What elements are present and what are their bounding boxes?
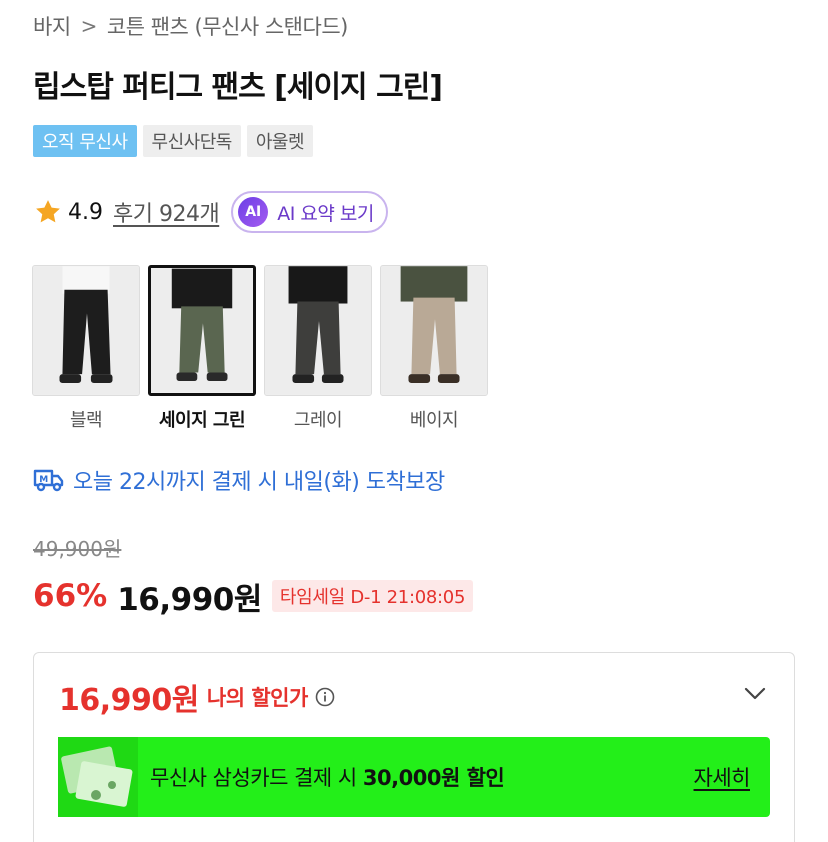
card-promo-text-prefix: 무신사 삼성카드 결제 시 xyxy=(150,766,363,790)
tag-only-musinsa: 오직 무신사 xyxy=(33,125,137,157)
color-thumbnail xyxy=(32,265,140,396)
color-name: 베이지 xyxy=(409,410,459,431)
delivery-text: 오늘 22시까지 결제 시 내일(화) 도착보장 xyxy=(73,470,445,495)
ai-summary-label: AI 요약 보기 xyxy=(277,202,374,225)
card-promo-detail-link[interactable]: 자세히 xyxy=(694,737,751,817)
card-promo-amount: 30,000원 할인 xyxy=(362,766,505,790)
product-thumbnail-image xyxy=(33,266,139,395)
breadcrumb-separator: > xyxy=(80,14,98,38)
color-name: 블랙 xyxy=(69,410,103,431)
color-option-sage-green[interactable]: 세이지 그린 xyxy=(148,265,256,432)
tag-exclusive: 무신사단독 xyxy=(142,125,241,157)
breadcrumb-subcategory[interactable]: 코튼 팬츠 (무신사 스탠다드) xyxy=(107,11,348,41)
delivery-guarantee: M 오늘 22시까지 결제 시 내일(화) 도착보장 xyxy=(33,462,445,498)
my-price-label: 나의 할인가 xyxy=(206,686,308,710)
tag-list: 오직 무신사 무신사단독 아울렛 xyxy=(33,125,314,157)
info-icon[interactable] xyxy=(315,687,335,707)
my-price: 16,990원 xyxy=(59,683,199,718)
tag-outlet: 아울렛 xyxy=(246,125,314,157)
breadcrumb-category[interactable]: 바지 xyxy=(33,11,71,41)
star-icon xyxy=(36,200,60,223)
chevron-down-icon[interactable] xyxy=(744,687,766,701)
color-option-gray[interactable]: 그레이 xyxy=(264,265,372,432)
review-count-link[interactable]: 후기 924개 xyxy=(113,196,220,228)
card-promo-banner[interactable]: 무신사 삼성카드 결제 시 30,000원 할인 자세히 xyxy=(58,737,770,817)
my-price-card: 16,990원 나의 할인가 무신사 삼성카드 결제 시 30,000원 할인 … xyxy=(33,652,795,842)
product-thumbnail-image xyxy=(265,266,371,395)
color-name: 세이지 그린 xyxy=(158,410,246,431)
rating-row: 4.9 후기 924개 AI AI 요약 보기 xyxy=(33,190,388,234)
color-thumbnail xyxy=(380,265,488,396)
product-thumbnail-image xyxy=(381,266,487,395)
truck-icon: M xyxy=(33,469,64,492)
original-price: 49,900원 xyxy=(33,537,122,561)
card-promo-text: 무신사 삼성카드 결제 시 30,000원 할인 xyxy=(150,762,505,792)
price-row: 66% 16,990원 타임세일 D-1 21:08:05 xyxy=(33,575,474,618)
credit-card-icon xyxy=(58,737,138,817)
ai-summary-button[interactable]: AI AI 요약 보기 xyxy=(231,191,388,233)
color-thumbnail xyxy=(264,265,372,396)
discount-rate: 66% xyxy=(33,578,108,614)
breadcrumb: 바지 > 코튼 팬츠 (무신사 스탠다드) xyxy=(33,10,348,42)
my-price-row[interactable]: 16,990원 나의 할인가 xyxy=(59,677,335,718)
color-thumbnail xyxy=(148,265,256,396)
color-name: 그레이 xyxy=(293,410,343,431)
product-title: 립스탑 퍼티그 팬츠 [세이지 그린] xyxy=(33,70,443,105)
timesale-badge: 타임세일 D-1 21:08:05 xyxy=(271,580,474,612)
sale-price: 16,990원 xyxy=(117,581,262,618)
rating-score: 4.9 xyxy=(68,199,103,225)
ai-icon: AI xyxy=(238,197,269,227)
svg-text:M: M xyxy=(39,475,48,485)
product-thumbnail-image xyxy=(151,268,253,393)
color-option-black[interactable]: 블랙 xyxy=(32,265,140,432)
color-option-beige[interactable]: 베이지 xyxy=(380,265,488,432)
color-options: 블랙 세이지 그린 그레이 베이지 xyxy=(32,265,488,432)
